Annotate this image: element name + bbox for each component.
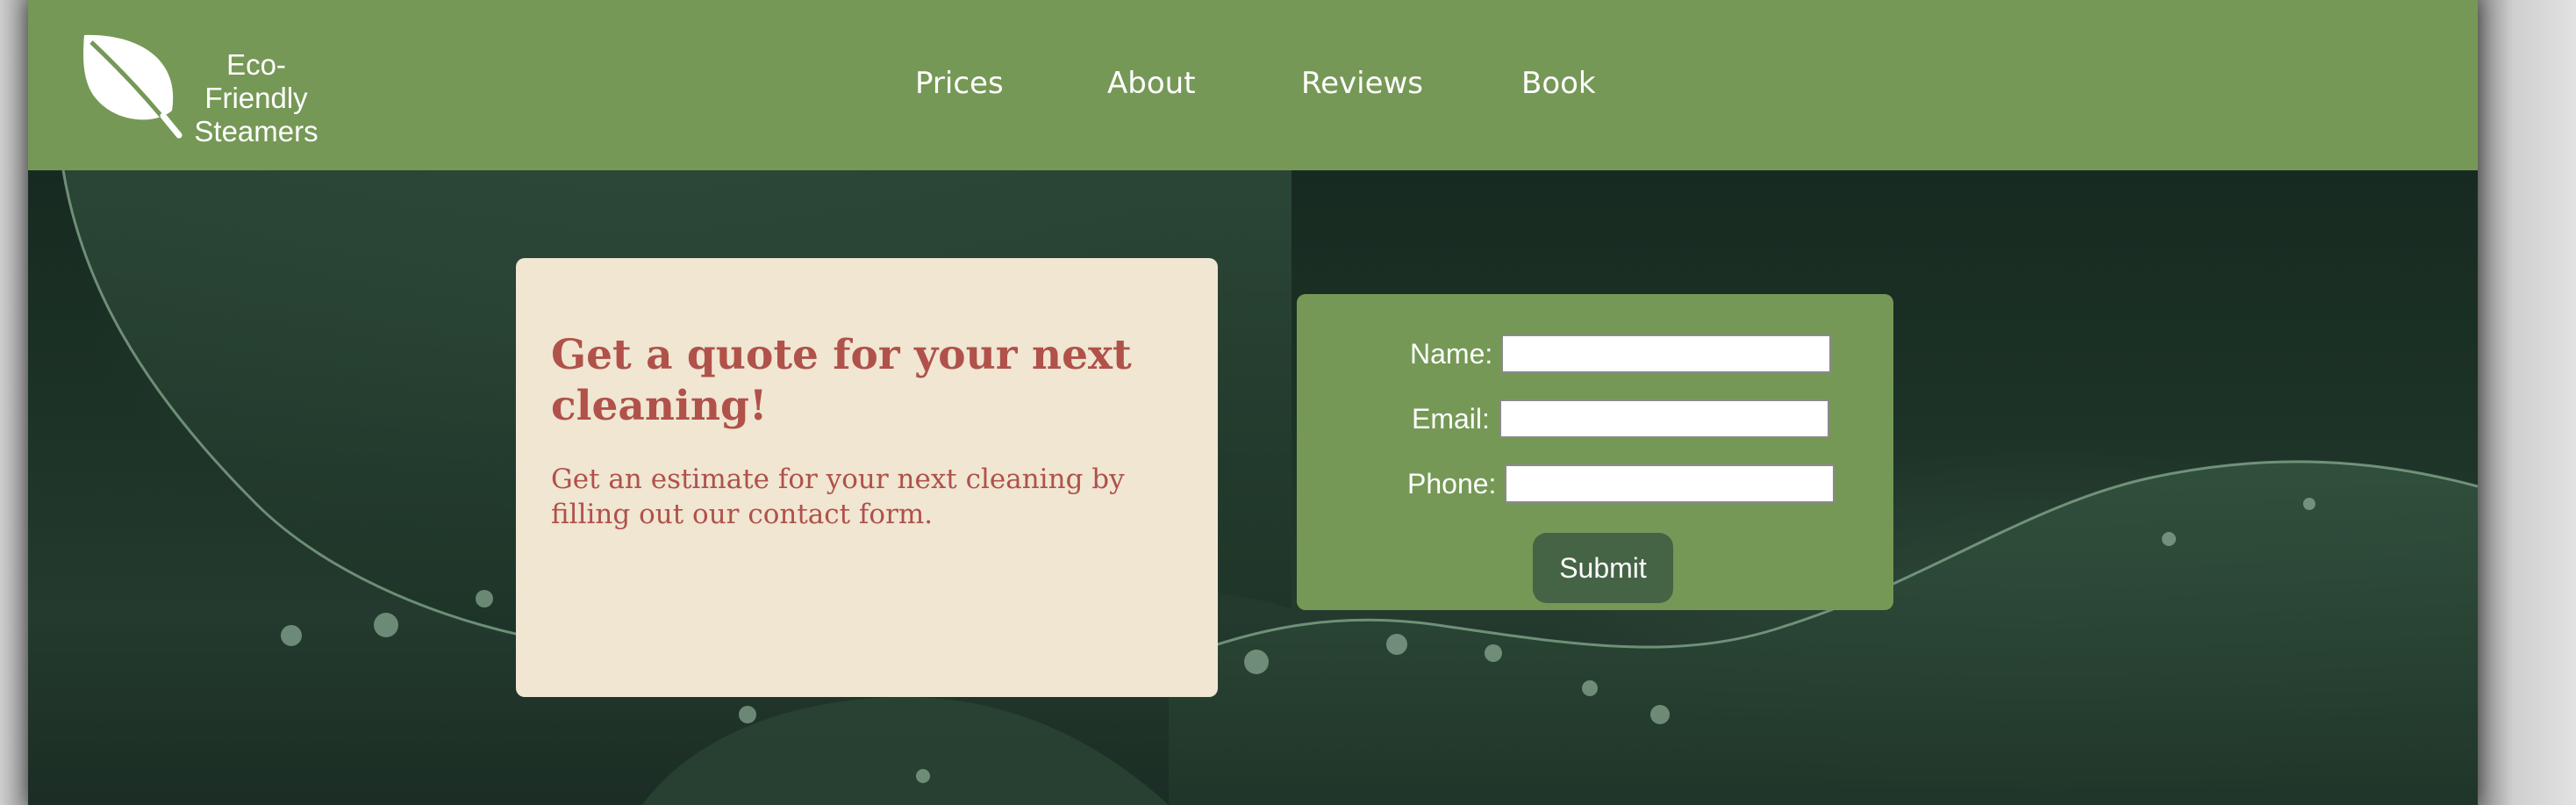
name-row: Name: [1297, 334, 1893, 373]
name-label: Name: [1410, 338, 1493, 370]
email-field[interactable] [1499, 399, 1829, 438]
leaf-icon[interactable] [79, 30, 188, 139]
window-left-edge [0, 0, 28, 805]
phone-row: Phone: [1297, 464, 1893, 503]
contact-form: Name: Email: Phone: Submit [1297, 294, 1893, 610]
quote-description: Get an estimate for your next cleaning b… [551, 464, 1125, 530]
phone-label: Phone: [1407, 468, 1497, 500]
hero-section: Get a quote for your next cleaning! Get … [28, 170, 2478, 805]
phone-field[interactable] [1505, 464, 1835, 503]
nav-reviews[interactable]: Reviews [1301, 66, 1423, 101]
submit-button[interactable]: Submit [1533, 533, 1673, 603]
nav-book[interactable]: Book [1521, 66, 1596, 101]
name-field[interactable] [1501, 334, 1831, 373]
brand-name[interactable]: Eco-Friendly Steamers [177, 48, 335, 148]
leaf-background-image [28, 170, 2478, 805]
window-right-edge [2478, 0, 2576, 805]
browser-viewport: Eco-Friendly Steamers Prices About Revie… [28, 0, 2478, 805]
nav-about[interactable]: About [1107, 66, 1196, 101]
email-row: Email: [1297, 399, 1893, 438]
brand-line-2: Steamers [194, 115, 318, 147]
site-header: Eco-Friendly Steamers Prices About Revie… [28, 0, 2478, 170]
nav-prices[interactable]: Prices [915, 66, 1004, 101]
quote-card: Get a quote for your next cleaning! Get … [516, 258, 1218, 697]
brand-line-1: Eco-Friendly [204, 48, 308, 114]
quote-title: Get a quote for your next cleaning! [551, 331, 1132, 430]
email-label: Email: [1412, 403, 1490, 435]
